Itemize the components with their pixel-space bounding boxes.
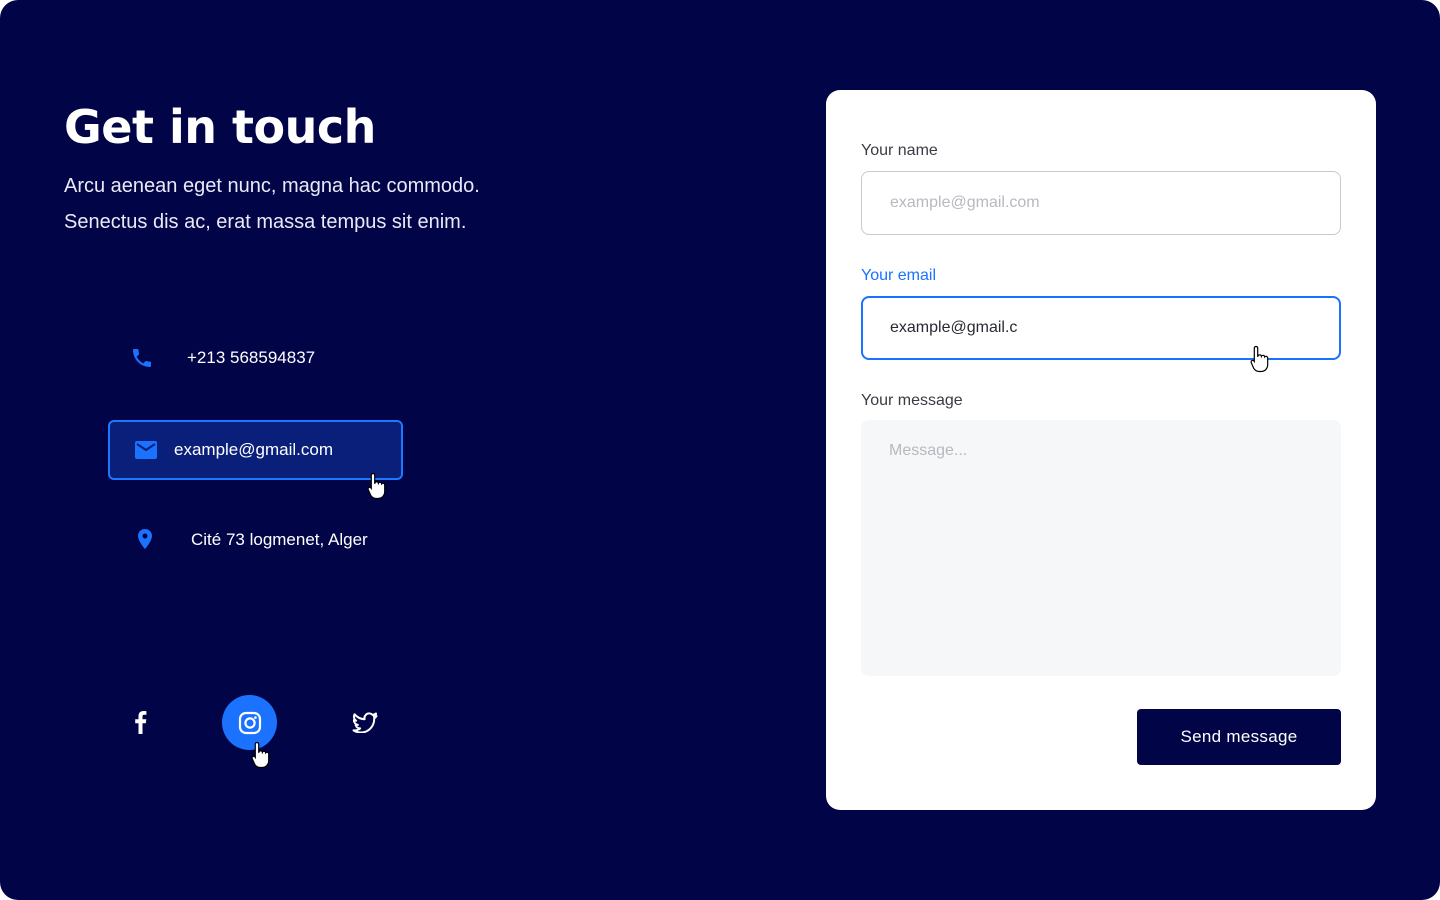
contact-form: Your name Your email Your message Send m… [826,90,1376,810]
contact-address[interactable]: Cité 73 logmenet, Alger [133,528,368,552]
name-input[interactable] [861,171,1341,235]
hand-cursor-icon [251,741,270,769]
hand-cursor-icon [367,472,386,500]
page-subtitle: Arcu aenean eget nunc, magna hac commodo… [64,168,624,240]
send-message-button[interactable]: Send message [1137,709,1341,765]
subtitle-line-1: Arcu aenean eget nunc, magna hac commodo… [64,175,480,197]
hand-cursor-icon [1250,345,1269,373]
instagram-icon [238,711,261,734]
mail-icon [134,438,158,462]
message-textarea[interactable] [861,420,1341,676]
email-address: example@gmail.com [174,440,333,459]
twitter-link[interactable] [345,702,385,742]
contact-phone[interactable]: +213 568594837 [130,346,315,370]
contact-email[interactable]: example@gmail.com [108,420,403,480]
email-label: Your email [861,267,937,284]
facebook-icon [135,711,147,734]
name-label: Your name [861,142,938,159]
twitter-icon [352,712,378,733]
message-label: Your message [861,392,963,409]
facebook-link[interactable] [120,702,160,742]
phone-icon [130,346,154,370]
address-text: Cité 73 logmenet, Alger [191,530,368,549]
location-pin-icon [133,528,157,552]
phone-number: +213 568594837 [187,348,316,367]
subtitle-line-2: Senectus dis ac, erat massa tempus sit e… [64,211,467,233]
page-title: Get in touch [64,100,376,154]
contact-section: Get in touch Arcu aenean eget nunc, magn… [0,0,1440,900]
